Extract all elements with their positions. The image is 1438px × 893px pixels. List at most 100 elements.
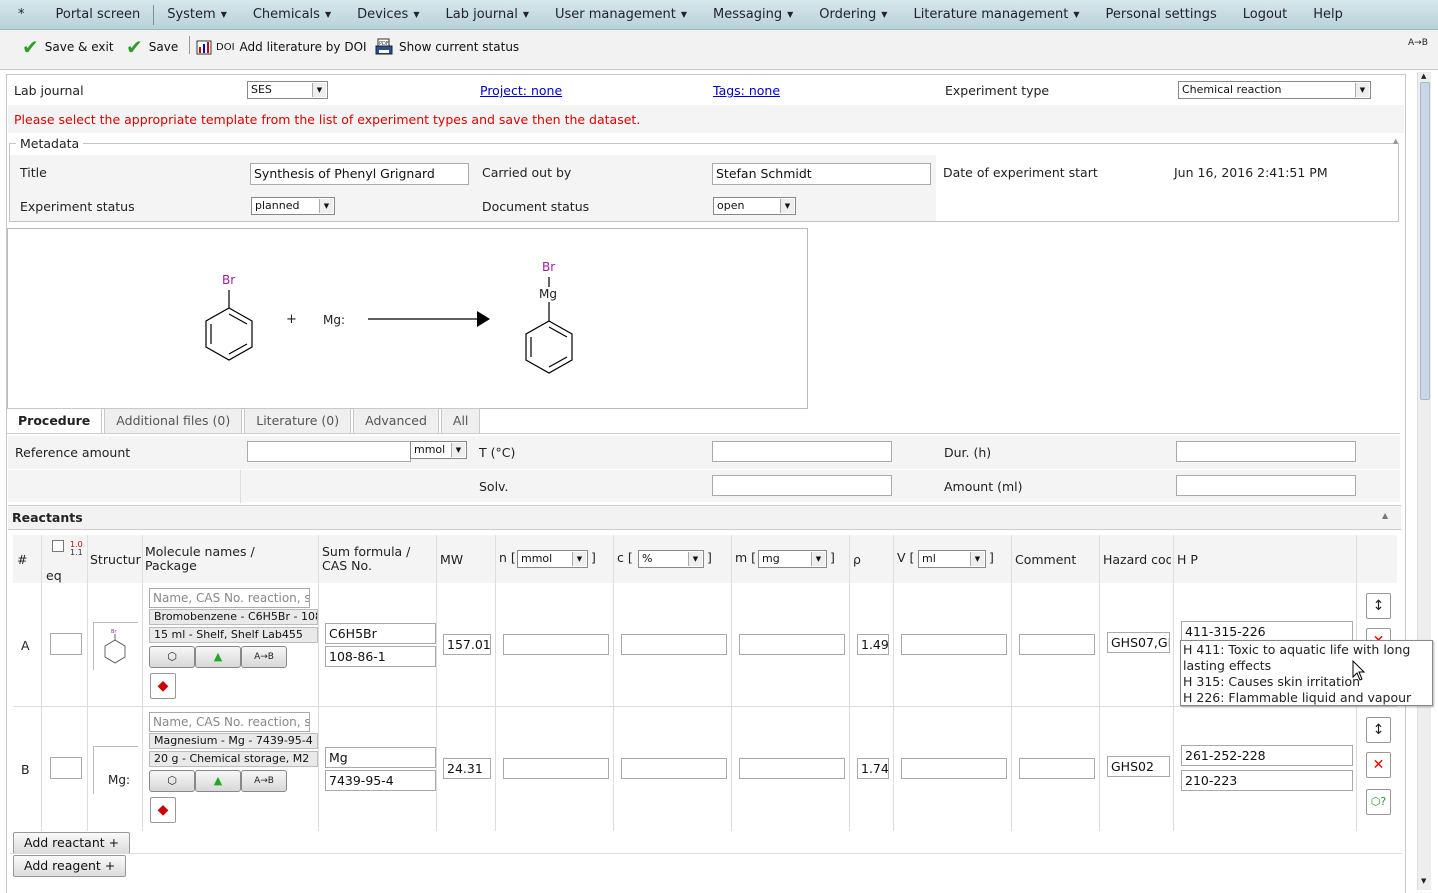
v-field[interactable] [901, 634, 1007, 655]
hazard-code-field[interactable]: GHS07,GHS09 [1107, 632, 1170, 653]
sum-formula-field[interactable]: C6H5Br [325, 623, 436, 644]
density-field[interactable]: 1.74 [857, 758, 889, 779]
n-unit-select[interactable]: mmol ▼ [517, 550, 588, 568]
expand-icon[interactable]: A→B [1408, 38, 1428, 48]
temperature-input[interactable] [712, 441, 892, 462]
move-row-button[interactable]: ↕ [1366, 593, 1391, 619]
menu-star[interactable]: * [0, 0, 43, 30]
vertical-scrollbar[interactable]: ▲ ▼ [1417, 72, 1431, 890]
document-status-select[interactable]: open ▼ [713, 197, 796, 215]
reference-amount-input[interactable] [247, 441, 411, 462]
m-field[interactable] [739, 634, 845, 655]
chevron-down-icon: ▼ [413, 9, 420, 19]
package-name[interactable]: 20 g - Chemical storage, M2 [149, 751, 318, 767]
experiment-status-label: Experiment status [20, 199, 135, 214]
menu-devices[interactable]: Devices ▼ [344, 0, 432, 30]
molecule-name[interactable]: Magnesium - Mg - 7439-95-4 [149, 733, 318, 749]
v-unit-select[interactable]: ml ▼ [918, 550, 986, 568]
experiment-type-select[interactable]: Chemical reaction ▼ [1178, 81, 1371, 99]
molecule-search-input[interactable]: Name, CAS No. reaction, s [149, 712, 310, 732]
move-row-button[interactable]: ↕ [1366, 717, 1391, 743]
equivalents-icon[interactable]: 1.0 1.1 [70, 541, 83, 557]
p-statements-field[interactable]: 210-223 [1181, 770, 1353, 791]
magnesium-label: Mg: [323, 313, 346, 327]
menu-system[interactable]: System ▼ [154, 0, 240, 30]
eq-input[interactable] [50, 757, 82, 779]
hazard-check-button[interactable]: ⬡? [1366, 789, 1391, 815]
transfer-button[interactable]: A→B [241, 770, 287, 792]
experiment-status-select[interactable]: planned ▼ [251, 197, 335, 215]
show-current-status-button[interactable]: PDF Show current status [375, 38, 519, 56]
solvent-input[interactable] [712, 475, 892, 496]
menu-messaging[interactable]: Messaging ▼ [700, 0, 806, 30]
collapse-icon[interactable]: ▲ [1382, 511, 1388, 520]
n-field[interactable] [503, 758, 609, 779]
tab-additional-files[interactable]: Additional files (0) [104, 408, 243, 434]
delete-row-button[interactable]: ✕ [1366, 752, 1391, 778]
menu-ordering[interactable]: Ordering ▼ [806, 0, 900, 30]
cas-number-field[interactable]: 108-86-1 [325, 646, 436, 667]
carried-out-by-input[interactable]: Stefan Schmidt [712, 163, 931, 185]
tab-all[interactable]: All [440, 408, 481, 434]
flask-button[interactable]: ▲ [195, 646, 241, 668]
m-unit-select[interactable]: mg ▼ [758, 550, 827, 568]
comment-field[interactable] [1019, 758, 1095, 779]
collapse-icon[interactable]: ▲ [1393, 137, 1398, 145]
structure-thumbnail[interactable]: Br [93, 622, 138, 670]
select-all-checkbox[interactable] [52, 540, 64, 552]
scroll-down-icon[interactable]: ▼ [1421, 877, 1426, 885]
molecule-name[interactable]: Bromobenzene - C6H5Br - 108-86-1 [149, 609, 318, 625]
menu-chemicals[interactable]: Chemicals ▼ [240, 0, 344, 30]
amount-input[interactable] [1176, 475, 1356, 496]
reference-unit-select[interactable]: mmol ▼ [410, 441, 467, 459]
mw-field[interactable]: 157.01 [443, 634, 491, 655]
tags-link[interactable]: Tags: none [713, 83, 780, 98]
add-literature-doi-button[interactable]: DOI Add literature by DOI [196, 38, 367, 56]
transfer-button[interactable]: A→B [241, 646, 287, 668]
menu-portal-screen[interactable]: Portal screen [43, 0, 154, 30]
duration-input[interactable] [1176, 441, 1356, 462]
menu-logout[interactable]: Logout [1230, 0, 1301, 30]
comment-field[interactable] [1019, 634, 1095, 655]
save-button[interactable]: ✔ Save [126, 37, 178, 57]
hazard-code-field[interactable]: GHS02 [1107, 756, 1170, 777]
project-link[interactable]: Project: none [480, 83, 562, 98]
package-name[interactable]: 15 ml - Shelf, Shelf Lab455 [149, 627, 318, 643]
mw-field[interactable]: 24.31 [443, 758, 491, 779]
h-statements-field[interactable]: 261-252-228 [1181, 745, 1353, 766]
tab-advanced[interactable]: Advanced [353, 408, 439, 434]
density-field[interactable]: 1.49 [857, 634, 889, 655]
reaction-scheme[interactable]: Br + Mg: Br Mg [7, 228, 808, 409]
menu-user-management[interactable]: User management ▼ [542, 0, 700, 30]
structure-thumbnail[interactable]: Mg: [93, 746, 138, 794]
n-field[interactable] [503, 634, 609, 655]
save-exit-button[interactable]: ✔ Save & exit [22, 37, 114, 57]
flask-button[interactable]: ▲ [195, 770, 241, 792]
tab-literature[interactable]: Literature (0) [244, 408, 352, 434]
eq-input[interactable] [50, 633, 82, 655]
menu-personal-settings[interactable]: Personal settings [1092, 0, 1229, 30]
menu-lab-journal[interactable]: Lab journal ▼ [432, 0, 542, 30]
add-reactant-button[interactable]: Add reactant + [13, 832, 131, 854]
m-field[interactable] [739, 758, 845, 779]
v-field[interactable] [901, 758, 1007, 779]
structure-editor-button[interactable]: ⬡ [149, 770, 195, 792]
h-statements-field[interactable]: 411-315-226 [1181, 621, 1353, 642]
hazard-diamond-button[interactable]: ◆ [150, 797, 176, 823]
c-field[interactable] [621, 758, 727, 779]
scrollbar-thumb[interactable] [1420, 82, 1430, 400]
tab-procedure[interactable]: Procedure [6, 408, 103, 434]
add-reagent-button[interactable]: Add reagent + [13, 855, 127, 877]
scroll-up-icon[interactable]: ▲ [1421, 72, 1426, 80]
lab-journal-select[interactable]: SES ▼ [247, 81, 328, 99]
hazard-diamond-button[interactable]: ◆ [150, 673, 176, 699]
cas-number-field[interactable]: 7439-95-4 [325, 770, 436, 791]
title-input[interactable]: Synthesis of Phenyl Grignard [250, 163, 469, 185]
c-unit-select[interactable]: % ▼ [638, 550, 704, 568]
sum-formula-field[interactable]: Mg [325, 747, 436, 768]
molecule-search-input[interactable]: Name, CAS No. reaction, s [149, 588, 310, 608]
menu-help[interactable]: Help [1300, 0, 1356, 30]
structure-editor-button[interactable]: ⬡ [149, 646, 195, 668]
c-field[interactable] [621, 634, 727, 655]
menu-literature-management[interactable]: Literature management ▼ [900, 0, 1092, 30]
